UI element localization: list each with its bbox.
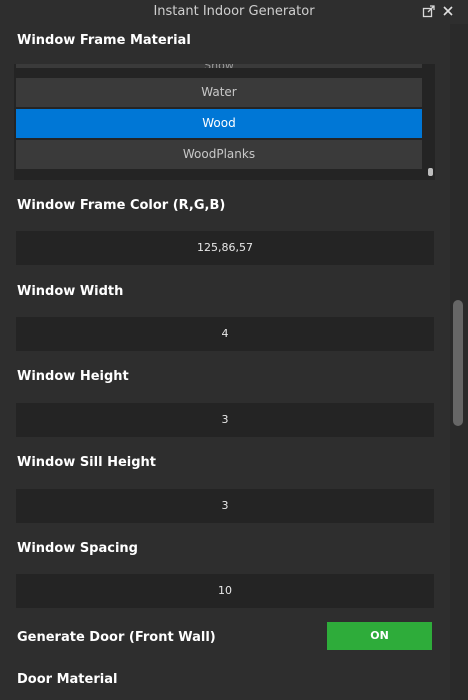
window-width-label: Window Width — [17, 284, 124, 299]
title-bar: Instant Indoor Generator — [0, 0, 468, 24]
door-material-label: Door Material — [17, 672, 118, 687]
plugin-window: Instant Indoor Generator Window Frame Ma… — [0, 0, 468, 700]
frame-color-label: Window Frame Color (R,G,B) — [17, 198, 226, 213]
sill-height-label: Window Sill Height — [17, 455, 157, 470]
undock-icon[interactable] — [421, 3, 437, 19]
list-item-woodplanks[interactable]: WoodPlanks — [16, 140, 422, 169]
generate-door-toggle[interactable]: ON — [327, 622, 432, 650]
generate-door-label: Generate Door (Front Wall) — [17, 630, 216, 645]
frame-color-input[interactable]: 125,86,57 — [16, 231, 434, 265]
list-item-water[interactable]: Water — [16, 78, 422, 107]
window-spacing-label: Window Spacing — [17, 541, 138, 556]
frame-material-label: Window Frame Material — [17, 33, 191, 48]
list-item-wood-selected[interactable]: Wood — [16, 109, 422, 138]
close-icon[interactable] — [440, 3, 456, 19]
window-height-label: Window Height — [17, 369, 129, 384]
settings-panel: Window Frame Material Snow Water Wood Wo… — [0, 24, 450, 700]
window-height-input[interactable]: 3 — [16, 403, 434, 437]
list-scrollbar-thumb[interactable] — [428, 168, 433, 176]
panel-scrollbar-thumb[interactable] — [453, 300, 463, 426]
frame-material-list[interactable]: Snow Water Wood WoodPlanks — [14, 64, 435, 180]
window-width-input[interactable]: 4 — [16, 317, 434, 351]
window-title: Instant Indoor Generator — [153, 4, 315, 19]
sill-height-input[interactable]: 3 — [16, 489, 434, 523]
list-item-snow[interactable]: Snow — [16, 64, 422, 68]
window-spacing-input[interactable]: 10 — [16, 574, 434, 608]
